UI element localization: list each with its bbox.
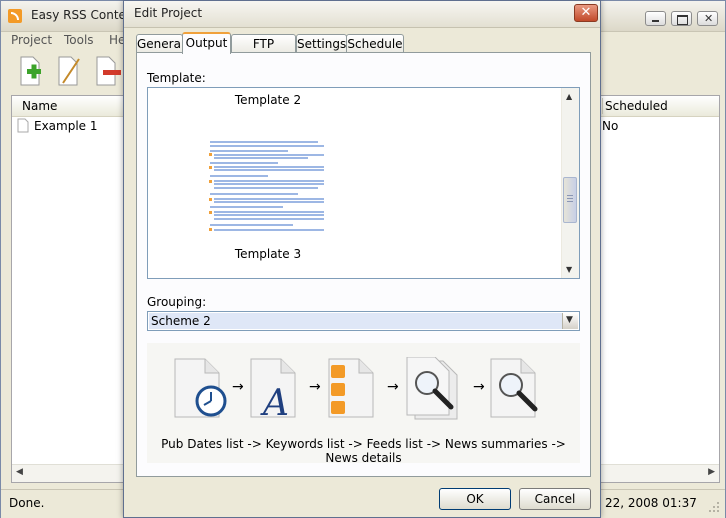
tab-schedule[interactable]: Schedule: [346, 34, 404, 52]
status-date: 22, 2008 01:37: [605, 496, 697, 510]
flow-caption: Pub Dates list -> Keywords list -> Feeds…: [161, 437, 566, 465]
grouping-select[interactable]: Scheme 2 ▼: [147, 311, 580, 331]
template-preview-thumbnail[interactable]: [208, 139, 326, 235]
news-details-icon: [490, 358, 538, 418]
maximize-button[interactable]: [671, 11, 692, 26]
edit-project-dialog: Edit Project ✕ General Output FTP upload…: [123, 0, 601, 518]
column-divider: [602, 98, 603, 114]
close-icon: ✕: [704, 12, 714, 25]
status-text: Done.: [9, 496, 45, 510]
scroll-up-icon[interactable]: ▲: [566, 92, 572, 101]
minimize-button[interactable]: [645, 11, 666, 26]
ok-button[interactable]: OK: [439, 488, 511, 510]
grouping-flow-diagram: → A → → → Pub Dates list -> Keywords lis…: [147, 343, 580, 465]
flow-arrow: →: [309, 379, 321, 395]
template-3-caption[interactable]: Template 3: [148, 247, 388, 261]
add-project-button[interactable]: [15, 55, 45, 87]
news-summaries-icon: [406, 357, 458, 420]
scrollbar-thumb[interactable]: [563, 177, 577, 223]
dialog-close-button[interactable]: ✕: [574, 4, 598, 22]
pub-dates-icon: [174, 358, 227, 418]
chevron-down-icon: ▼: [566, 315, 573, 325]
flow-arrow: →: [232, 379, 244, 395]
rss-app-icon: [8, 9, 22, 23]
output-tab-panel: Template: Template 2 Template 3 ▲ ▼ Grou…: [136, 52, 591, 477]
menu-project[interactable]: Project: [11, 33, 52, 47]
tab-settings[interactable]: Settings: [296, 34, 347, 52]
row-scheduled: No: [602, 119, 619, 133]
document-icon: [17, 118, 29, 133]
tab-output[interactable]: Output: [182, 32, 231, 54]
row-name: Example 1: [34, 119, 98, 133]
delete-project-icon: [96, 56, 121, 86]
column-header-name[interactable]: Name: [22, 99, 57, 113]
scroll-right-icon[interactable]: ▶: [708, 467, 715, 477]
add-project-icon: [20, 56, 41, 86]
tab-ftp-upload[interactable]: FTP upload: [231, 34, 296, 69]
resize-grip-icon[interactable]: [707, 500, 721, 514]
edit-project-button[interactable]: [55, 55, 85, 87]
keywords-icon: A: [250, 358, 296, 419]
feeds-icon: [328, 358, 374, 418]
minimize-icon: [652, 20, 659, 22]
grouping-label: Grouping:: [147, 295, 207, 309]
close-icon: ✕: [580, 5, 592, 20]
template-list[interactable]: Template 2 Template 3 ▲ ▼: [147, 87, 580, 279]
grouping-selected-value: Scheme 2: [149, 313, 563, 329]
svg-text:A: A: [260, 383, 289, 419]
scroll-down-icon[interactable]: ▼: [566, 265, 572, 274]
template-2-caption[interactable]: Template 2: [148, 93, 388, 107]
scroll-left-icon[interactable]: ◀: [16, 467, 23, 477]
close-window-button[interactable]: ✕: [697, 11, 718, 26]
delete-project-button[interactable]: [93, 55, 123, 87]
template-vertical-scrollbar[interactable]: ▲ ▼: [561, 88, 579, 278]
flow-arrow: →: [473, 379, 485, 395]
cancel-button[interactable]: Cancel: [519, 488, 591, 510]
dropdown-arrow-button[interactable]: ▼: [562, 313, 578, 329]
tab-general[interactable]: General: [136, 34, 184, 52]
template-label: Template:: [147, 71, 206, 85]
edit-project-icon: [58, 56, 80, 86]
flow-arrow: →: [387, 379, 399, 395]
column-header-scheduled[interactable]: Scheduled: [605, 99, 668, 113]
maximize-icon: [677, 15, 688, 25]
menu-tools[interactable]: Tools: [64, 33, 94, 47]
dialog-titlebar: Edit Project ✕: [124, 1, 600, 28]
dialog-title: Edit Project: [134, 6, 203, 20]
